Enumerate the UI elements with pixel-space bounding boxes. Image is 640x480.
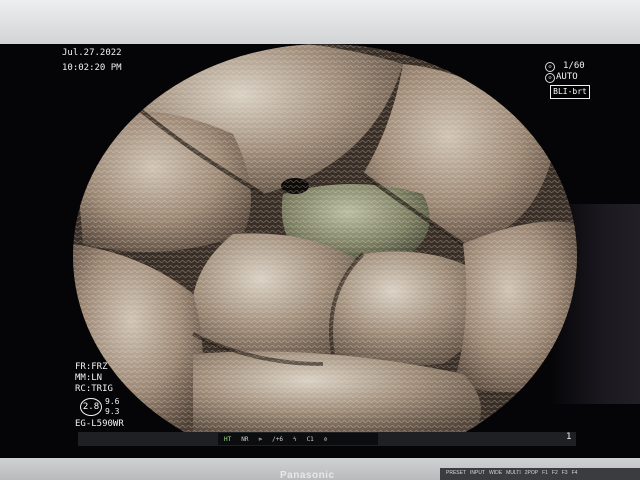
mode-badge: BLI-brt [550, 85, 590, 99]
endoscope-image-view [73, 44, 577, 434]
nr-indicator: NR [241, 435, 249, 443]
monitor-button-f3[interactable]: F3 [562, 470, 568, 480]
monitor-button-f4[interactable]: F4 [572, 470, 578, 480]
settings-circle-icon: ⊘ [323, 435, 328, 443]
value-b-readout: 9.3 [105, 407, 120, 416]
mm-readout: MM:LN [75, 373, 103, 383]
date-readout: Jul.27.2022 [62, 48, 122, 58]
endoscope-image [73, 44, 577, 434]
c1-indicator: C1 [306, 435, 314, 443]
ht-indicator: HT [224, 435, 232, 443]
gain-indicator: /+6 [272, 435, 283, 443]
enhance-icon: ⊳ [258, 435, 263, 443]
shutter-icon: ⊘ [545, 62, 555, 72]
monitor-brand-logo: Panasonic [280, 470, 335, 480]
monitor-buttons: PRESET INPUT WIDE MULTI 2POP F1 F2 F3 F4 [446, 470, 640, 480]
image-counter: 1 [566, 432, 572, 442]
monitor-button-preset[interactable]: PRESET [446, 470, 466, 480]
time-readout: 10:02:20 PM [62, 63, 122, 73]
rc-readout: RC:TRIG [75, 384, 113, 394]
iris-readout: AUTO [556, 72, 578, 82]
scope-model-readout: EG-L590WR [75, 419, 124, 429]
lightning-icon: ϟ [292, 435, 297, 443]
monitor-button-multi[interactable]: MULTI [506, 470, 521, 480]
freeze-readout: FR:FRZ [75, 362, 108, 372]
monitor-button-f2[interactable]: F2 [552, 470, 558, 480]
monitor-button-f1[interactable]: F1 [542, 470, 548, 480]
ring-value-indicator: 2.8 [80, 398, 102, 416]
monitor-button-2pop[interactable]: 2POP [525, 470, 538, 480]
monitor-button-input[interactable]: INPUT [470, 470, 485, 480]
monitor-bezel-top [0, 0, 640, 44]
iris-icon: ⊘ [545, 73, 555, 83]
monitor-button-wide[interactable]: WIDE [489, 470, 502, 480]
status-indicators: HT NR ⊳ /+6 ϟ C1 ⊘ [218, 433, 378, 445]
shutter-readout: 1/60 [563, 61, 585, 71]
